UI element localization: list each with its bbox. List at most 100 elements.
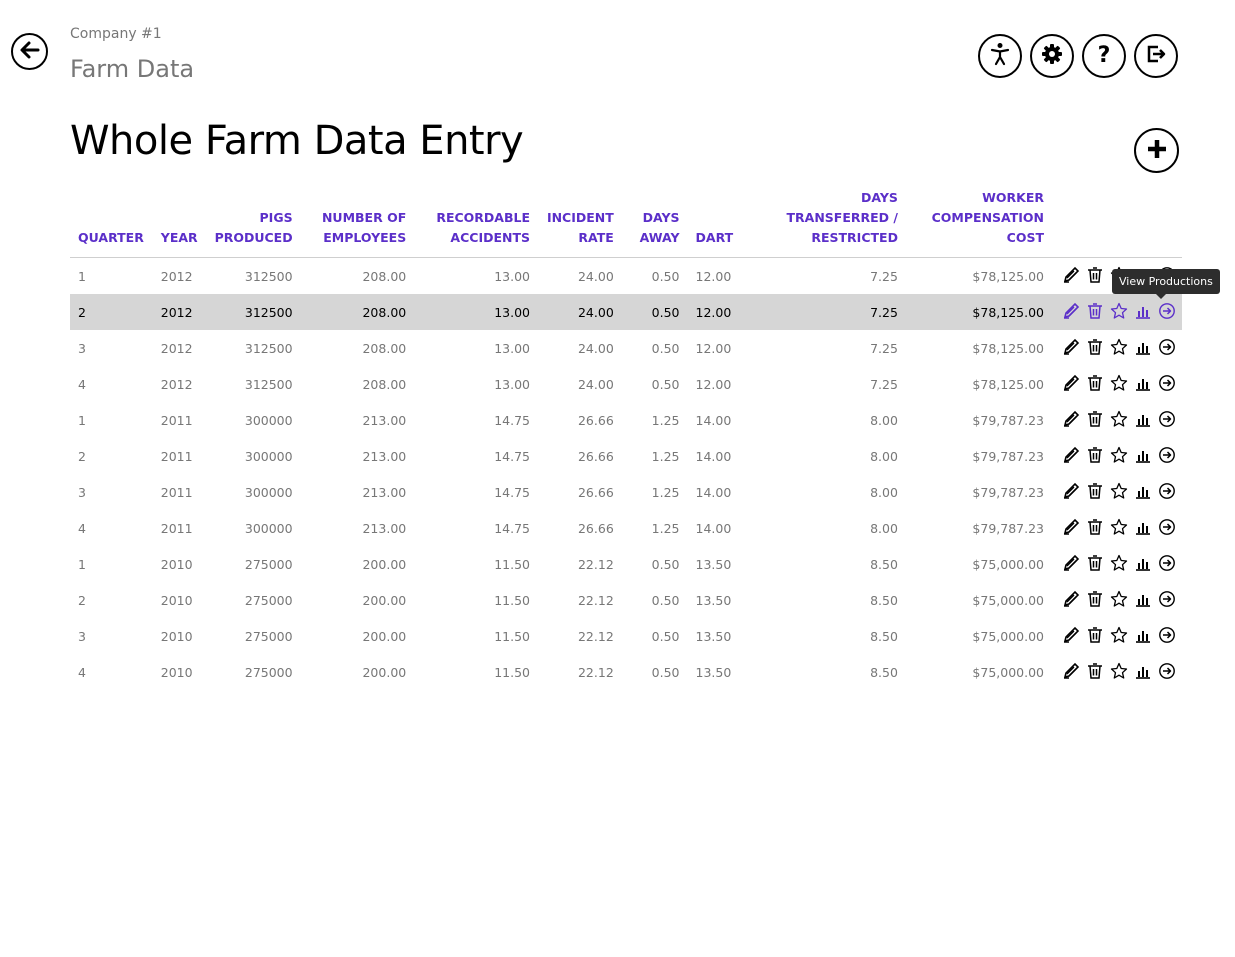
favorite-button[interactable] [1110,374,1134,394]
edit-button[interactable] [1062,590,1086,610]
view-productions-button[interactable] [1158,518,1182,538]
edit-button[interactable] [1062,266,1086,286]
view-productions-button[interactable] [1158,374,1182,394]
chart-button[interactable] [1134,554,1158,574]
favorite-button[interactable] [1110,662,1134,682]
table-row[interactable]: 3 2010 275000 200.00 11.50 22.12 0.50 13.50 8.50… [70,618,1182,654]
cell-days-away: 0.50 [651,376,680,392]
chart-icon [1134,626,1158,644]
delete-button[interactable] [1086,518,1110,538]
table-row[interactable]: 3 2011 300000 213.00 14.75 26.66 1.25 14.00 8.00… [70,474,1182,510]
chart-button[interactable] [1134,626,1158,646]
chart-button[interactable] [1134,590,1158,610]
favorite-button[interactable] [1110,410,1134,430]
table-row[interactable]: 3 2012 312500 208.00 13.00 24.00 0.50 12.00 7.25… [70,330,1182,366]
delete-button[interactable] [1086,446,1110,466]
row-actions [1052,366,1182,402]
chart-button[interactable] [1134,482,1158,502]
column-header-recordable-accidents[interactable]: RECORDABLE ACCIDENTS [414,188,538,258]
column-header-dart[interactable]: DART [687,188,752,258]
delete-button[interactable] [1086,338,1110,358]
edit-button[interactable] [1062,446,1086,466]
delete-button[interactable] [1086,482,1110,502]
edit-button[interactable] [1062,482,1086,502]
accessibility-button[interactable] [978,34,1022,78]
back-button[interactable] [11,33,48,70]
settings-button[interactable] [1030,34,1074,78]
chart-button[interactable] [1134,302,1158,322]
cell-incident-rate: 26.66 [577,412,614,428]
favorite-button[interactable] [1110,554,1134,574]
chart-button[interactable] [1134,338,1158,358]
view-productions-button[interactable] [1158,590,1182,610]
chart-button[interactable] [1134,446,1158,466]
edit-button[interactable] [1062,626,1086,646]
favorite-button[interactable] [1110,482,1134,502]
table-row[interactable]: 4 2010 275000 200.00 11.50 22.12 0.50 13.50 8.50… [70,654,1182,690]
column-header-incident-rate[interactable]: INCIDENT RATE [538,188,622,258]
row-actions [1052,330,1182,366]
cell-days-away: 0.50 [651,628,680,644]
chart-icon [1134,374,1158,392]
delete-button[interactable] [1086,266,1110,286]
view-productions-button[interactable] [1158,662,1182,682]
view-productions-button[interactable] [1158,410,1182,430]
favorite-button[interactable] [1110,338,1134,358]
column-header-quarter[interactable]: QUARTER [70,188,153,258]
favorite-button[interactable] [1110,518,1134,538]
view-productions-button[interactable] [1158,338,1182,358]
column-header-pigs-produced[interactable]: PIGS PRODUCED [206,188,301,258]
delete-button[interactable] [1086,302,1110,322]
column-header-worker-compensation-cost[interactable]: WORKER COMPENSATION COST [905,188,1052,258]
delete-button[interactable] [1086,590,1110,610]
table-row[interactable]: 2 2010 275000 200.00 11.50 22.12 0.50 13.50 8.50… [70,582,1182,618]
delete-button[interactable] [1086,374,1110,394]
column-header-year[interactable]: YEAR [152,188,207,258]
view-productions-button[interactable] [1158,302,1182,322]
help-button[interactable]: ? [1082,34,1126,78]
logout-button[interactable] [1134,34,1178,78]
view-productions-button[interactable] [1158,554,1182,574]
table-row[interactable]: 1 2012 312500 208.00 13.00 24.00 0.50 12.00 7.25… [70,258,1182,295]
row-actions [1052,618,1182,654]
edit-button[interactable] [1062,338,1086,358]
view-productions-button[interactable] [1158,482,1182,502]
delete-button[interactable] [1086,662,1110,682]
delete-button[interactable] [1086,626,1110,646]
view-productions-button[interactable] [1158,446,1182,466]
table-row[interactable]: 4 2011 300000 213.00 14.75 26.66 1.25 14.00 8.00… [70,510,1182,546]
favorite-button[interactable] [1110,446,1134,466]
cell-worker-compensation-cost: $78,125.00 [972,268,1044,284]
view-productions-button[interactable] [1158,626,1182,646]
chart-button[interactable] [1134,374,1158,394]
edit-button[interactable] [1062,518,1086,538]
table-row[interactable]: 2 2012 312500 208.00 13.00 24.00 0.50 12.00 7.25… [70,294,1182,330]
edit-button[interactable] [1062,302,1086,322]
view-productions-icon [1158,662,1182,680]
edit-button[interactable] [1062,410,1086,430]
table-row[interactable]: 4 2012 312500 208.00 13.00 24.00 0.50 12.00 7.25… [70,366,1182,402]
chart-button[interactable] [1134,518,1158,538]
cell-quarter: 1 [78,556,86,572]
edit-button[interactable] [1062,662,1086,682]
chart-button[interactable] [1134,662,1158,682]
table-row[interactable]: 1 2011 300000 213.00 14.75 26.66 1.25 14.00 8.00… [70,402,1182,438]
cell-year: 2010 [160,592,193,608]
delete-button[interactable] [1086,410,1110,430]
chart-button[interactable] [1134,410,1158,430]
favorite-button[interactable] [1110,626,1134,646]
cell-number-of-employees: 200.00 [362,592,407,608]
edit-button[interactable] [1062,554,1086,574]
cell-pigs-produced: 312500 [244,376,293,392]
column-header-days-away[interactable]: DAYS AWAY [621,188,688,258]
add-record-button[interactable] [1134,128,1179,173]
column-header-number-of-employees[interactable]: NUMBER OF EMPLOYEES [300,188,415,258]
edit-button[interactable] [1062,374,1086,394]
table-row[interactable]: 1 2010 275000 200.00 11.50 22.12 0.50 13.50 8.50… [70,546,1182,582]
cell-pigs-produced: 312500 [244,268,293,284]
column-header-days-transferred-restricted[interactable]: DAYS TRANSFERRED / RESTRICTED [751,188,906,258]
favorite-button[interactable] [1110,302,1134,322]
delete-button[interactable] [1086,554,1110,574]
favorite-button[interactable] [1110,590,1134,610]
table-row[interactable]: 2 2011 300000 213.00 14.75 26.66 1.25 14.00 8.00… [70,438,1182,474]
